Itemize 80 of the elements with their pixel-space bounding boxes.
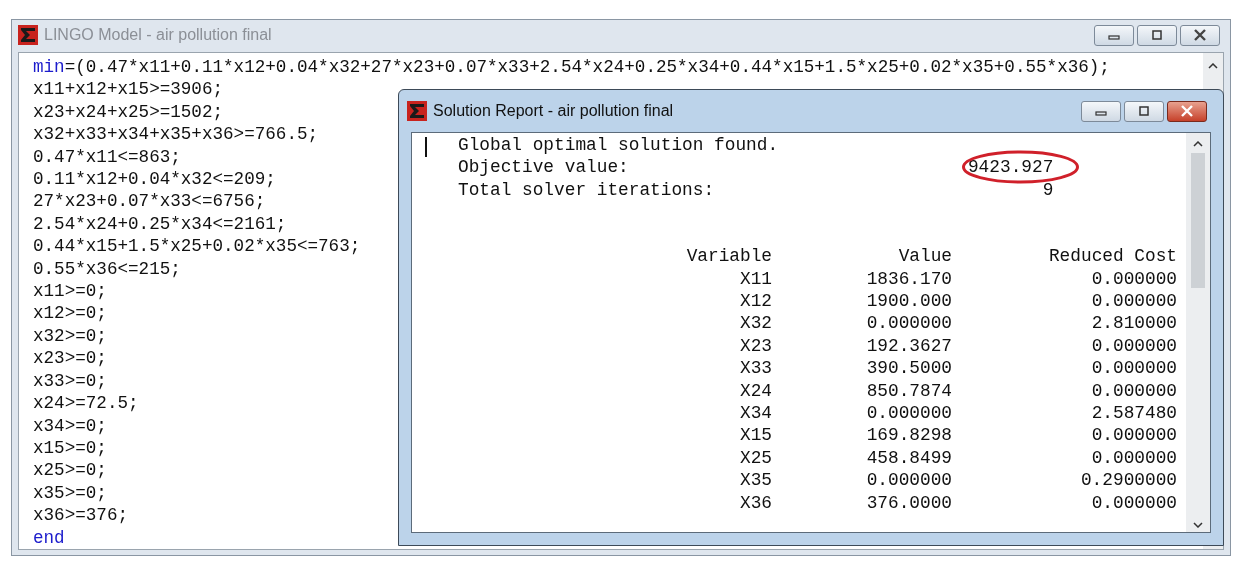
table-cell-text: 0.000000 [1090, 491, 1177, 515]
table-cell-text: 0.000000 [1090, 424, 1177, 447]
table-cell-text: 2.587480 [1090, 402, 1177, 425]
table-cell-text: X12 [739, 290, 772, 313]
table-cell-text: 0.000000 [1090, 379, 1177, 403]
table-cell-text: 192.3627 [865, 334, 952, 358]
table-cell-text: X36 [739, 491, 772, 515]
table-cell-text: X35 [739, 469, 772, 492]
table-cell-text: 0.2900000 [1079, 469, 1177, 492]
column-header: Variable [685, 245, 772, 268]
table-cell-text: 1836.170 [865, 267, 952, 291]
maximize-button[interactable] [1124, 100, 1164, 122]
code-line: x11+x12+x15>=3906; [33, 78, 224, 101]
code-line: x15>=0; [33, 436, 107, 460]
summary-value: 9 [1042, 178, 1055, 202]
table-cell-text: 1900.000 [865, 290, 952, 313]
table-cell-text: 0.000000 [1090, 446, 1177, 470]
window-title: Solution Report - air pollution final [433, 102, 675, 120]
code-line: x35>=0; [33, 481, 107, 505]
code-line: x11>=0; [33, 280, 107, 303]
code-line: x12>=0; [33, 302, 107, 325]
code-line: min=(0.47*x11+0.11*x12+0.04*x32+27*x23+0.07*x33+2.54*x24+0.25*x34+0.44*x15+1.5*x25+0.02*x35+0.55*x36); [33, 56, 1110, 79]
code-line: 0.11*x12+0.04*x32<=209; [33, 168, 276, 191]
code-line: x32+x33+x34+x35+x36>=766.5; [33, 123, 319, 146]
window-title: LINGO Model - air pollution final [44, 26, 273, 44]
column-header: Reduced Cost [1047, 245, 1177, 268]
code-line: x25>=0; [33, 459, 107, 482]
table-cell-text: 850.7874 [865, 379, 952, 403]
maximize-icon [1137, 106, 1151, 116]
code-line: x32>=0; [33, 324, 107, 348]
summary-label: Total solver iterations: [458, 178, 715, 202]
table-cell-text: X23 [739, 334, 772, 358]
table-cell-text: X34 [739, 402, 772, 425]
maximize-button[interactable] [1137, 24, 1177, 46]
maximize-icon [1150, 30, 1164, 40]
table-cell-text: 0.000000 [1090, 334, 1177, 358]
table-cell-text: 458.8499 [865, 446, 952, 470]
code-line: x36>=376; [33, 504, 129, 527]
table-cell-text: 0.000000 [1090, 290, 1177, 313]
code-line: end [33, 526, 65, 549]
scroll-bar[interactable] [1186, 133, 1210, 532]
table-cell-text: X32 [739, 312, 772, 335]
summary-label: Global optimal solution found. [458, 134, 779, 157]
code-line: x34>=0; [33, 414, 107, 437]
minimize-button[interactable] [1081, 100, 1121, 122]
column-header: Value [897, 245, 952, 268]
table-cell-text: X11 [739, 267, 772, 291]
close-icon [1193, 29, 1207, 41]
table-cell-text: 169.8298 [865, 424, 952, 447]
table-cell-text: 390.5000 [865, 357, 952, 380]
code-line: x23>=0; [33, 347, 107, 370]
table-cell-text: X33 [739, 357, 772, 380]
table-cell-text: 0.000000 [865, 469, 952, 492]
table-cell-text: 0.000000 [1090, 357, 1177, 380]
table-cell-text: X25 [739, 446, 772, 470]
text-cursor [425, 137, 427, 157]
table-cell-text: 0.000000 [1090, 267, 1177, 291]
close-button[interactable] [1167, 100, 1207, 122]
close-button[interactable] [1180, 24, 1220, 46]
code-line: x23+x24+x25>=1502; [33, 100, 224, 124]
code-line: x33>=0; [33, 369, 107, 393]
table-cell-text: X15 [739, 424, 772, 447]
code-line: 0.55*x36<=215; [33, 257, 181, 281]
table-cell-text: 0.000000 [865, 402, 952, 425]
table-cell-text: X24 [739, 379, 772, 403]
table-cell-text: 0.000000 [865, 312, 952, 335]
caret-up-icon [1208, 63, 1218, 69]
code-line: 27*x23+0.07*x33<=6756; [33, 190, 266, 213]
sigma-logo-icon [18, 25, 38, 45]
table-cell-text: 2.810000 [1090, 312, 1177, 335]
summary-label: Objective value: [458, 156, 629, 179]
code-line: x24>=72.5; [33, 392, 139, 415]
sigma-logo-icon [407, 101, 427, 121]
table-cell-text: 376.0000 [865, 491, 952, 515]
code-line: 2.54*x24+0.25*x34<=2161; [33, 212, 287, 236]
minimize-button[interactable] [1094, 24, 1134, 46]
summary-value: 9423.927 [967, 156, 1064, 179]
code-line: 0.47*x11<=863; [33, 145, 181, 169]
close-icon [1180, 105, 1194, 117]
code-line: 0.44*x15+1.5*x25+0.02*x35<=763; [33, 235, 361, 258]
